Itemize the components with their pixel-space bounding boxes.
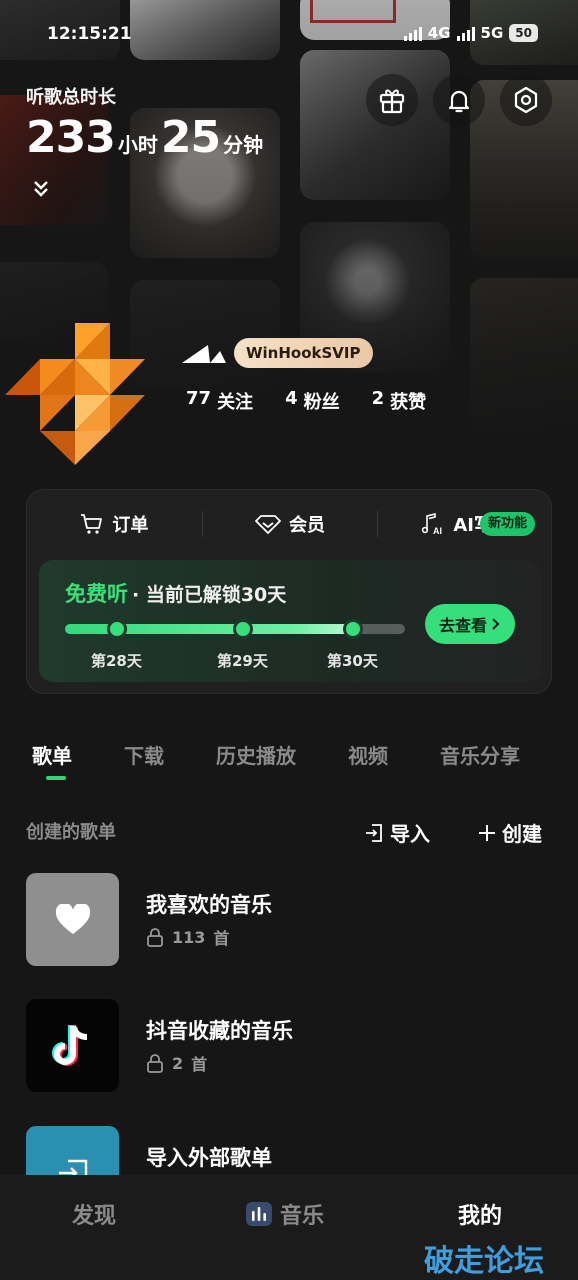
battery-indicator: 50 <box>509 24 538 42</box>
svg-text:AI: AI <box>433 526 442 536</box>
playlist-meta: 2 首 <box>146 1051 207 1075</box>
nav-mine[interactable]: 我的 <box>458 1198 502 1230</box>
following-stat[interactable]: 77 关注 <box>186 388 253 414</box>
new-feature-tag: 新功能 <box>479 512 535 536</box>
progress-milestone-29 <box>233 619 253 639</box>
fans-stat[interactable]: 4 粉丝 <box>285 388 340 414</box>
view-button[interactable]: 去查看 <box>425 604 515 644</box>
chevron-right-icon <box>492 618 500 630</box>
day-label: 第30天 <box>327 652 378 670</box>
status-bar: 12:15:21 4G 5G 50 <box>0 22 578 50</box>
notification-button[interactable] <box>433 74 485 126</box>
network-4g: 4G <box>427 24 451 42</box>
music-ai-icon: AI <box>422 512 442 536</box>
list-item[interactable]: 我喜欢的音乐 113 首 <box>26 873 546 967</box>
nav-music-label: 音乐 <box>280 1204 325 1229</box>
network-5g: 5G <box>480 24 504 42</box>
heart-icon <box>55 903 90 934</box>
likes-stat[interactable]: 2 获赞 <box>372 388 427 414</box>
chevron-double-down-icon[interactable] <box>30 178 52 200</box>
free-listen-subtitle: · 当前已解锁30天 <box>132 583 287 606</box>
list-item[interactable]: 抖音收藏的音乐 2 首 <box>26 999 546 1093</box>
free-listen-panel[interactable]: 免费听 · 当前已解锁30天 第28天 第29天 第30天 去查看 <box>39 560 541 682</box>
create-label: 创建 <box>502 822 542 846</box>
profile-namebar: WinHookSVIP <box>180 338 373 368</box>
membership-button[interactable]: 会员 <box>201 511 378 537</box>
tab-playlists[interactable]: 歌单 <box>32 740 72 780</box>
minutes-unit: 分钟 <box>223 133 264 157</box>
nav-music[interactable]: 音乐 <box>246 1198 324 1230</box>
tab-downloads[interactable]: 下载 <box>124 740 164 769</box>
playlist-name: 导入外部歌单 <box>146 1146 272 1170</box>
import-icon <box>366 823 382 842</box>
bell-icon <box>448 90 470 113</box>
profile-stats: 77 关注 4 粉丝 2 获赞 <box>186 388 426 414</box>
progress-milestone-28 <box>107 619 127 639</box>
day-label: 第28天 <box>91 652 142 670</box>
tab-videos[interactable]: 视频 <box>348 740 388 769</box>
minutes-value: 25 <box>160 112 221 163</box>
services-card: 订单 会员 AI AI写歌 新功能 免费听 · 当前已解锁30天 <box>26 489 552 694</box>
playlist-count-unit: 首 <box>213 929 230 948</box>
services-row: 订单 会员 AI AI写歌 新功能 <box>27 506 553 542</box>
music-bars-icon <box>246 1202 272 1226</box>
tab-history[interactable]: 历史播放 <box>216 740 296 769</box>
listen-time-label: 听歌总时长 <box>26 87 116 108</box>
import-button[interactable]: 导入 <box>364 818 430 847</box>
settings-button[interactable] <box>500 74 552 126</box>
import-label: 导入 <box>390 822 430 846</box>
playlist-name: 抖音收藏的音乐 <box>146 1019 293 1043</box>
day-label: 第29天 <box>217 652 268 670</box>
hours-value: 233 <box>26 112 116 163</box>
settings-icon <box>514 86 538 114</box>
playlist-cover <box>26 999 119 1092</box>
free-listen-progress <box>65 619 405 639</box>
orders-label: 订单 <box>112 515 149 536</box>
progress-milestone-30 <box>343 619 363 639</box>
diamond-icon <box>255 515 281 534</box>
nav-discover-label: 发现 <box>72 1204 117 1229</box>
username-graphic <box>182 345 226 363</box>
bottom-nav: 发现 音乐 我的 <box>0 1198 578 1238</box>
playlist-name: 我喜欢的音乐 <box>146 893 272 917</box>
gift-icon <box>379 89 405 114</box>
avatar[interactable] <box>5 323 145 465</box>
section-title: 创建的歌单 <box>26 822 116 843</box>
library-tabs: 歌单 下载 历史播放 视频 音乐分享 <box>32 740 562 780</box>
signal-icon <box>456 25 475 41</box>
lock-icon <box>147 1054 163 1073</box>
douyin-logo-icon <box>51 1024 87 1066</box>
membership-label: 会员 <box>289 515 325 536</box>
orders-button[interactable]: 订单 <box>27 511 202 537</box>
status-time: 12:15:21 <box>47 24 132 44</box>
view-button-label: 去查看 <box>438 616 487 635</box>
playlist-count: 113 <box>172 927 206 947</box>
status-indicators: 4G 5G 50 <box>403 24 538 42</box>
playlist-section-header: 创建的歌单 导入 创建 <box>26 818 546 846</box>
lock-icon <box>147 928 163 947</box>
nav-mine-label: 我的 <box>458 1204 503 1229</box>
hours-unit: 小时 <box>117 133 158 157</box>
gift-button[interactable] <box>366 74 418 126</box>
tab-music-share[interactable]: 音乐分享 <box>440 740 520 769</box>
free-listen-highlight: 免费听 <box>65 582 128 606</box>
cart-icon <box>81 514 103 534</box>
free-listen-title: 免费听 · 当前已解锁30天 <box>65 578 286 608</box>
forum-watermark: 破走论坛 <box>424 1244 544 1279</box>
create-button[interactable]: 创建 <box>478 818 542 847</box>
playlist-meta: 113 首 <box>146 925 229 949</box>
vip-badge[interactable]: WinHookSVIP <box>234 338 373 368</box>
listen-time-value: 233 小时 25 分钟 <box>26 112 266 163</box>
signal-icon <box>403 25 422 41</box>
playlist-cover <box>26 873 119 966</box>
playlist-count: 2 <box>172 1053 184 1073</box>
nav-discover[interactable]: 发现 <box>72 1198 116 1230</box>
plus-icon <box>479 824 495 841</box>
playlist-count-unit: 首 <box>191 1055 208 1074</box>
